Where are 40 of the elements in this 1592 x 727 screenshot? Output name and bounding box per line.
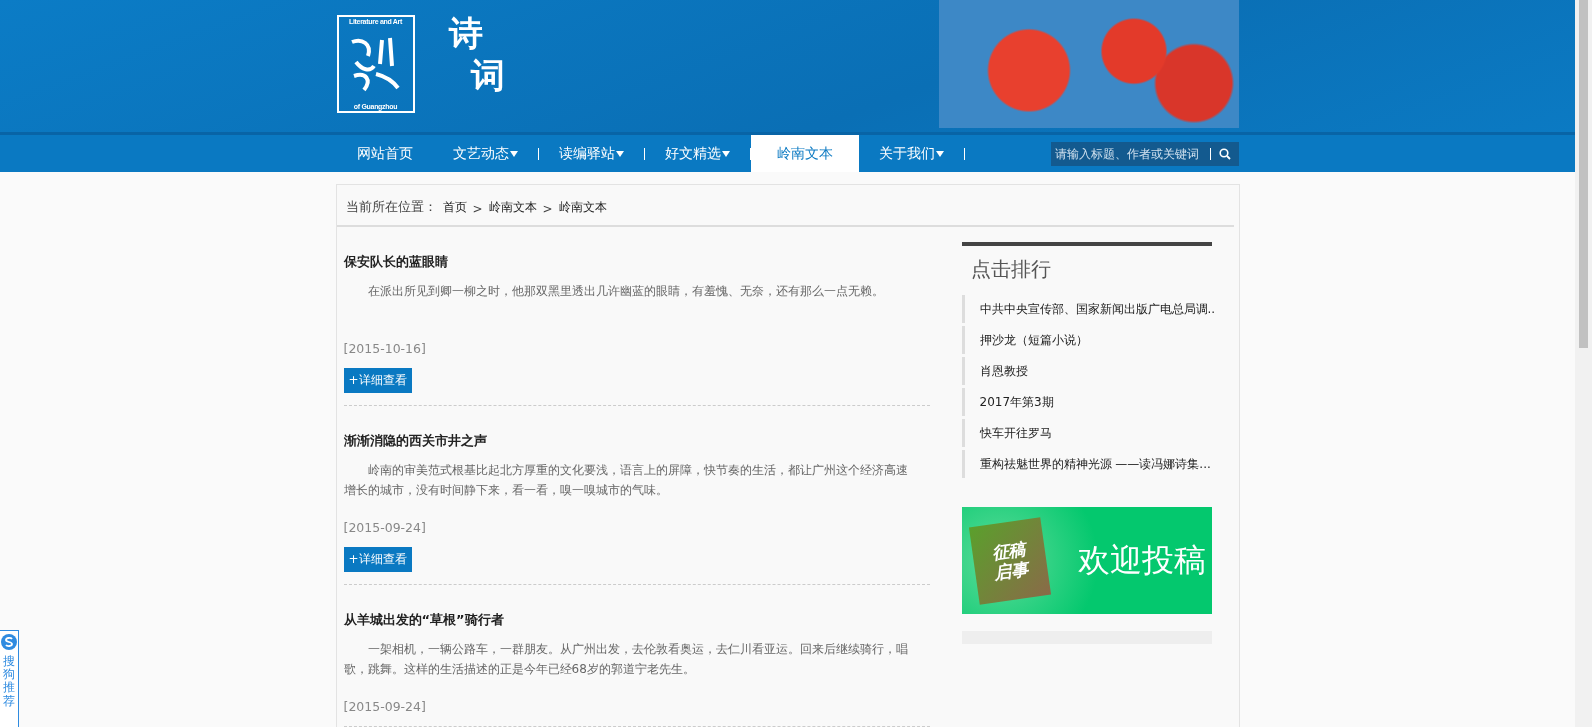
nav-tab[interactable]: 岭南文本 [750,135,859,172]
article-summary: 在派出所见到卿一柳之时，他那双黑里透出几许幽蓝的眼睛，有羞愧、无奈，还有那么一点无赖。 [366,283,885,300]
article-date: [2015-10-16] [343,341,426,356]
article-title[interactable]: 保安队长的蓝眼睛 [343,253,448,271]
section-title: 诗 [448,12,484,54]
breadcrumb-separator: > [472,202,483,216]
widget-label: 搜狗推荐 [3,655,15,708]
scrollbar[interactable] [1575,0,1592,727]
article-summary: 岭南的审美范式根基比起北方厚重的文化要浅，语言上的屏障，快节奏的生活，都让广州这个经济高速增长的城市，没有时间静下来，看一看，嗅一嗅城市的气味。 [343,462,909,499]
ranking-item[interactable]: 押沙龙（短篇小说） [961,326,1212,354]
breadcrumb-link[interactable]: 首页 [442,199,467,216]
details-button[interactable]: +详细查看 [343,547,412,572]
details-button[interactable]: +详细查看 [343,368,412,393]
scrollbar-thumb[interactable] [1579,0,1588,348]
article-title[interactable]: 从羊城出发的“草根”骑行者 [343,611,504,629]
search-field[interactable]: 请输入标题、作者或关键词 [1050,141,1239,166]
nav-tab[interactable]: 网站首页 [336,135,433,172]
side-widget[interactable]: 搜狗推荐 [0,630,19,727]
article-summary: 一架相机，一辆公路车，一群朋友。从广州出发，去伦敦看奥运，去仁川看亚运。回来后继续骑行，唱歌，跳舞。这样的生活描述的正是今年已经68岁的郭道宁老先生。 [343,641,909,678]
nav-tab[interactable]: 读编驿站 [538,135,644,172]
breadcrumb-label: 当前所在位置： [345,199,437,216]
ranking-item[interactable]: 快车开往罗马 [961,419,1212,447]
submission-banner[interactable]: 征稿 启事 欢迎投稿 [961,507,1212,614]
article-date: [2015-09-24] [343,520,426,535]
section-title: 词 [470,54,505,96]
nav-tab[interactable]: 关于我们 [858,135,964,172]
nav-tab[interactable]: 好文精选 [644,135,750,172]
s-logo-icon [0,633,18,651]
article-date: [2015-09-24] [343,699,426,714]
ranking-item[interactable]: 2017年第3期 [961,388,1212,416]
ranking-title: 点击排行 [970,257,1051,281]
ranking-item[interactable]: 肖恩教授 [961,357,1212,385]
breadcrumb-link[interactable]: 岭南文本 [558,199,607,216]
ranking-item[interactable]: 重构祛魅世界的精神光源 ——读冯娜诗集... [961,450,1212,478]
article-title[interactable]: 渐渐消隐的西关市井之声 [343,432,487,450]
nav-tab[interactable]: 文艺动态 [432,135,538,172]
breadcrumb-separator: > [542,202,553,216]
banner-text: 欢迎投稿 [1077,539,1206,581]
breadcrumb-link[interactable]: 岭南文本 [488,199,537,216]
ranking-item[interactable]: 中共中央宣传部、国家新闻出版广电总局调.. [961,295,1212,323]
